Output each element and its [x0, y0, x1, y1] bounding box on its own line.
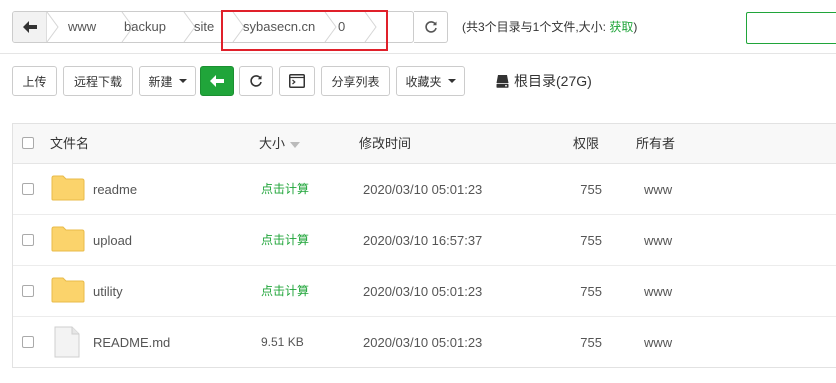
file-name[interactable]: README.md — [93, 317, 170, 368]
breadcrumb-back-button[interactable] — [13, 12, 47, 42]
fetch-size-link[interactable]: 获取 — [609, 20, 633, 34]
table-row[interactable]: upload 点击计算 2020/03/10 16:57:37 755 www — [13, 215, 836, 266]
folder-icon — [51, 277, 85, 303]
refresh-icon — [424, 21, 437, 33]
refresh-button[interactable] — [239, 66, 273, 96]
refresh-icon — [250, 75, 262, 87]
file-icon — [54, 326, 80, 358]
owner[interactable]: www — [644, 164, 672, 215]
share-list-button[interactable]: 分享列表 — [321, 66, 390, 96]
back-button[interactable] — [200, 66, 234, 96]
owner[interactable]: www — [644, 317, 672, 368]
new-dropdown-button[interactable]: 新建 — [139, 66, 196, 96]
row-checkbox[interactable] — [22, 234, 34, 246]
owner[interactable]: www — [644, 266, 672, 317]
terminal-button[interactable] — [279, 66, 315, 96]
header-permission[interactable]: 权限 — [573, 124, 599, 164]
remote-download-button[interactable]: 远程下载 — [63, 66, 133, 96]
table-header: 文件名 大小 修改时间 权限 所有者 — [13, 124, 836, 164]
header-owner[interactable]: 所有者 — [636, 124, 675, 164]
size-calc-link[interactable]: 点击计算 — [261, 164, 309, 215]
header-divider — [0, 53, 836, 54]
arrow-left-icon — [22, 21, 37, 33]
file-size: 9.51 KB — [261, 335, 304, 349]
root-directory-label: 根目录(27G) — [514, 73, 592, 89]
file-name[interactable]: upload — [93, 215, 132, 266]
favorites-label: 收藏夹 — [405, 74, 442, 89]
select-all-checkbox[interactable] — [22, 137, 34, 149]
table-row[interactable]: readme 点击计算 2020/03/10 05:01:23 755 www — [13, 164, 836, 215]
root-directory-disk[interactable]: 根目录(27G) — [496, 66, 592, 96]
folder-icon — [51, 226, 85, 252]
modified-time: 2020/03/10 05:01:23 — [363, 182, 483, 197]
header-size-label: 大小 — [259, 136, 286, 151]
table-row[interactable]: README.md 9.51 KB 2020/03/10 05:01:23 75… — [13, 317, 836, 368]
row-checkbox[interactable] — [22, 285, 34, 297]
directory-summary-text: (共3个目录与1个文件,大小: — [462, 20, 610, 34]
breadcrumb-item-www[interactable]: www — [68, 12, 96, 42]
size-calc-link[interactable]: 点击计算 — [261, 215, 309, 266]
file-name[interactable]: readme — [93, 164, 137, 215]
directory-summary-close: ) — [633, 20, 638, 34]
table-row[interactable]: utility 点击计算 2020/03/10 05:01:23 755 www — [13, 266, 836, 317]
row-checkbox[interactable] — [22, 183, 34, 195]
permission[interactable]: 755 — [562, 266, 602, 317]
breadcrumb-item-site[interactable]: site — [194, 12, 214, 42]
upload-button[interactable]: 上传 — [12, 66, 57, 96]
chevron-down-icon — [447, 79, 456, 83]
terminal-icon — [289, 74, 305, 88]
favorites-dropdown-button[interactable]: 收藏夹 — [396, 66, 465, 96]
directory-summary: (共3个目录与1个文件,大小: 获取) — [462, 11, 637, 43]
folder-icon — [51, 175, 85, 201]
modified-time: 2020/03/10 05:01:23 — [363, 284, 483, 299]
header-filename[interactable]: 文件名 — [50, 124, 89, 164]
header-size[interactable]: 大小 — [259, 124, 301, 164]
header-mtime[interactable]: 修改时间 — [359, 124, 411, 164]
file-name[interactable]: utility — [93, 266, 123, 317]
breadcrumb-refresh-button[interactable] — [414, 11, 448, 43]
permission[interactable]: 755 — [562, 215, 602, 266]
row-checkbox[interactable] — [22, 336, 34, 348]
file-table: 文件名 大小 修改时间 权限 所有者 readme 点击计算 2020/03/1… — [12, 123, 836, 368]
remote-download-label: 远程下载 — [73, 74, 122, 89]
upload-button-label: 上传 — [22, 74, 47, 89]
owner[interactable]: www — [644, 215, 672, 266]
disk-icon — [496, 74, 509, 88]
modified-time: 2020/03/10 16:57:37 — [363, 233, 483, 248]
search-input[interactable] — [746, 12, 836, 44]
new-button-label: 新建 — [148, 74, 173, 89]
permission[interactable]: 755 — [562, 164, 602, 215]
annotation-highlight-box — [221, 10, 388, 51]
chevron-down-icon — [178, 79, 187, 83]
permission[interactable]: 755 — [562, 317, 602, 368]
arrow-left-icon — [210, 75, 224, 87]
share-list-label: 分享列表 — [331, 74, 380, 89]
modified-time: 2020/03/10 05:01:23 — [363, 335, 483, 350]
size-calc-link[interactable]: 点击计算 — [261, 266, 309, 317]
breadcrumb-item-backup[interactable]: backup — [124, 12, 166, 42]
sort-down-icon — [290, 141, 301, 148]
